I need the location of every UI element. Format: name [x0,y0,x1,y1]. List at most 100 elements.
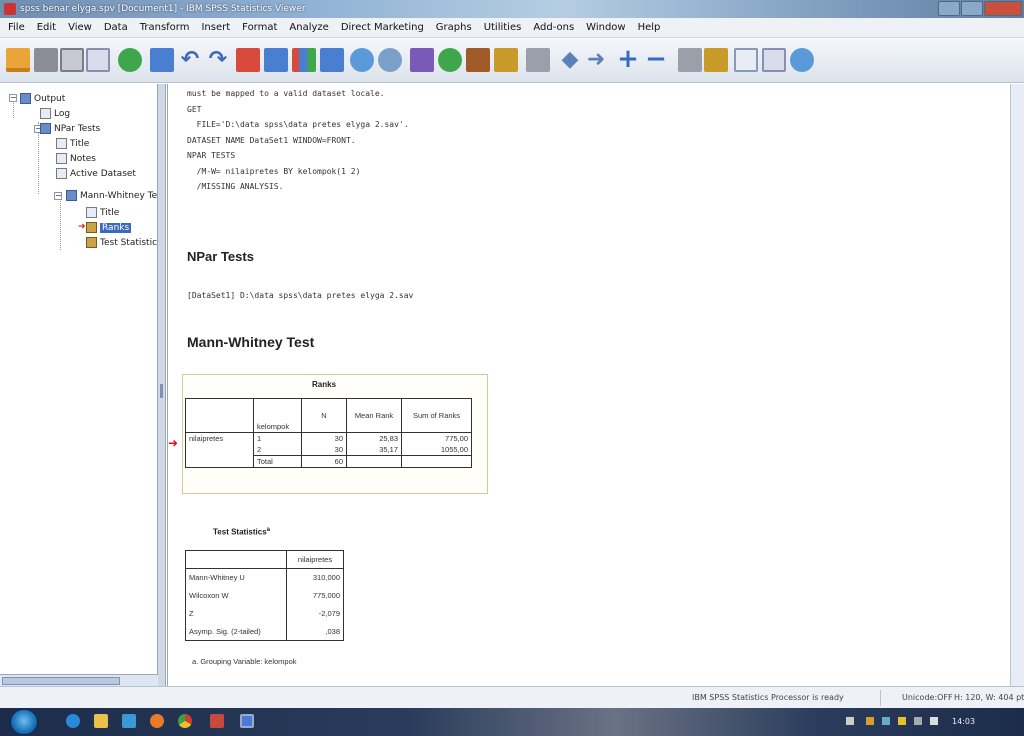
menu-graphs[interactable]: Graphs [430,22,478,33]
hide-icon[interactable] [704,48,728,72]
menu-transform[interactable]: Transform [134,22,196,33]
file-explorer-icon[interactable] [94,714,108,728]
insert-text-icon[interactable] [790,48,814,72]
print-icon[interactable] [60,48,84,72]
spss-taskbar-icon[interactable] [210,714,224,728]
insert-heading-icon[interactable] [734,48,758,72]
minimize-button[interactable] [938,1,960,16]
use-sets-icon[interactable] [438,48,462,72]
menu-file[interactable]: File [2,22,31,33]
status-separator [880,690,881,706]
dimensions-status: H: 120, W: 404 pt [954,693,1024,702]
expand-icon[interactable]: + [616,46,640,72]
menu-help[interactable]: Help [632,22,667,33]
ranks-table-icon [86,222,97,233]
designate-window-icon[interactable] [526,48,550,72]
splitter-grip[interactable] [160,384,163,398]
expand-mann-whitney-toggle[interactable]: − [54,192,62,200]
media-player-icon[interactable] [122,714,136,728]
test-statistics-title: Test Statisticsa [213,527,270,537]
volume-icon[interactable] [930,717,938,725]
show-icon[interactable] [678,48,702,72]
syntax-line: FILE='D:\data spss\data pretes elyga 2.s… [187,120,409,129]
stat-value-cell: 775,000 [286,586,344,605]
table-cell [185,455,254,468]
tree-item-log[interactable]: Log [40,108,70,119]
menu-view[interactable]: View [62,22,98,33]
internet-explorer-icon[interactable] [66,714,80,728]
toolbar: ↶ ↷ ◆ ➜ + − [0,39,1024,83]
table-row: Total 60 [185,455,472,468]
goto-case-icon[interactable] [264,48,288,72]
notification-icon[interactable] [898,717,906,725]
outline-scroll-thumb[interactable] [2,677,120,685]
export-icon[interactable] [118,48,142,72]
close-button[interactable] [984,1,1022,16]
menu-add-ons[interactable]: Add-ons [527,22,580,33]
undo-icon[interactable]: ↶ [178,48,202,72]
start-button[interactable] [10,709,38,735]
maximize-button[interactable] [961,1,983,16]
promote-left-icon[interactable]: ◆ [558,48,582,72]
firefox-icon[interactable] [150,714,164,728]
ranks-table[interactable]: kelompok N Mean Rank Sum of Ranks nilaip… [185,398,472,468]
open-folder-icon[interactable] [6,48,30,72]
syntax-line: must be mapped to a valid dataset locale… [187,89,385,98]
network-icon[interactable] [882,717,890,725]
collapse-icon[interactable]: − [644,46,668,72]
tree-item-output[interactable]: Output [20,93,65,104]
tray-show-hidden-icon[interactable] [846,717,854,725]
outline-horizontal-scrollbar[interactable] [0,674,158,686]
tree-item-mann-whitney[interactable]: Mann-Whitney Tes [66,190,157,201]
content-vertical-scrollbar[interactable] [1010,84,1024,686]
value-labels-icon[interactable] [410,48,434,72]
menu-edit[interactable]: Edit [31,22,62,33]
battery-icon[interactable] [914,717,922,725]
stat-value-cell: ,038 [286,622,344,641]
menu-format[interactable]: Format [236,22,283,33]
weight-cases-icon[interactable] [378,48,402,72]
tree-item-npar-tests[interactable]: NPar Tests [40,123,100,134]
print-preview-icon[interactable] [86,48,110,72]
chrome-icon[interactable] [178,714,192,728]
demote-right-icon[interactable]: ➜ [584,48,608,72]
test-statistics-table[interactable]: nilaipretes Mann-Whitney U 310,000 Wilco… [185,550,344,641]
menu-insert[interactable]: Insert [195,22,236,33]
menu-analyze[interactable]: Analyze [283,22,334,33]
npar-tests-heading[interactable]: NPar Tests [187,249,254,264]
spelling-icon[interactable] [494,48,518,72]
recall-dialog-icon[interactable] [150,48,174,72]
pane-splitter[interactable] [158,84,166,686]
mann-whitney-heading[interactable]: Mann-Whitney Test [187,334,314,350]
action-center-flag-icon[interactable] [866,717,874,725]
tree-item-test-statistics[interactable]: Test Statistic [86,237,157,248]
save-icon[interactable] [34,48,58,72]
split-file-icon[interactable] [320,48,344,72]
tree-item-notes[interactable]: Notes [56,153,96,164]
redo-icon[interactable]: ↷ [206,48,230,72]
menu-data[interactable]: Data [98,22,134,33]
goto-data-icon[interactable] [236,48,260,72]
menu-utilities[interactable]: Utilities [478,22,528,33]
n-cell: 30 [301,444,347,456]
syntax-log: must be mapped to a valid dataset locale… [187,86,409,195]
selected-item-arrow-icon: ➜ [168,436,179,450]
tree-item-ranks[interactable]: Ranks [86,222,132,233]
output-content-pane: must be mapped to a valid dataset locale… [167,84,1024,686]
variables-icon[interactable] [292,48,316,72]
show-all-variables-icon[interactable] [466,48,490,72]
select-cases-icon[interactable] [350,48,374,72]
tree-item-title[interactable]: Title [56,138,89,149]
insert-title-icon[interactable] [762,48,786,72]
spss-viewer-taskbar-icon[interactable] [240,714,254,728]
menu-direct-marketing[interactable]: Direct Marketing [335,22,430,33]
expand-output-toggle[interactable]: − [9,94,17,102]
tree-item-mw-title[interactable]: Title [86,207,119,218]
sum-of-ranks-cell: 775,00 [401,432,472,444]
nilaipretes-header: nilaipretes [286,550,344,569]
taskbar-clock[interactable]: 14:03 [952,717,975,726]
table-cell [185,444,254,456]
syntax-line: GET [187,104,202,114]
menu-window[interactable]: Window [580,22,631,33]
tree-item-active-dataset[interactable]: Active Dataset [56,168,136,179]
